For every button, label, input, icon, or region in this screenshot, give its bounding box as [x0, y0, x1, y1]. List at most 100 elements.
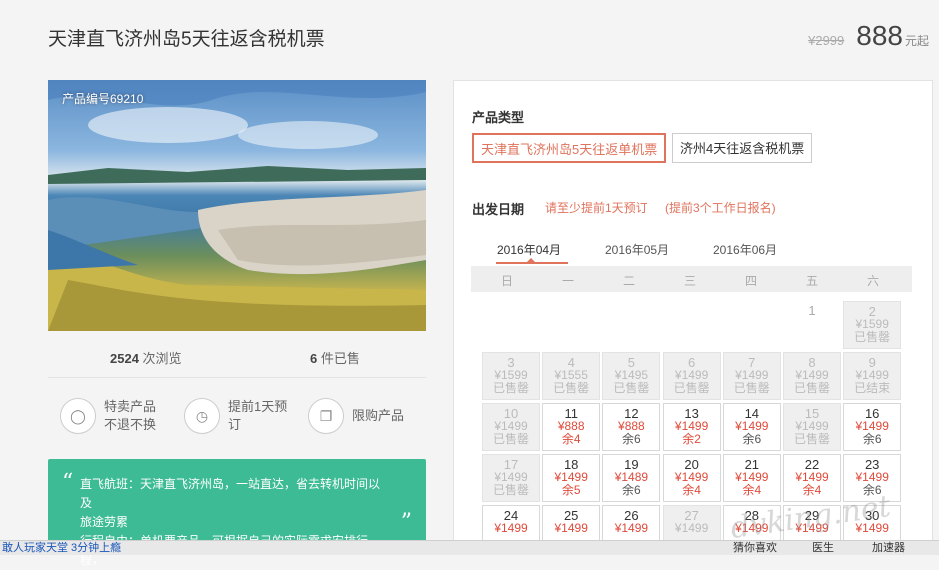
calendar-day-price: ¥1499: [614, 521, 649, 535]
status-item-recommend[interactable]: 猜你喜欢: [733, 542, 777, 554]
calendar-day-availability: 余6: [862, 432, 882, 446]
weekday-thu: 四: [744, 274, 757, 288]
product-type-label: 产品类型: [472, 110, 525, 125]
weekday-fri: 五: [805, 274, 818, 288]
calendar-day-cell: 9 ¥1499 已结束: [843, 352, 902, 400]
booking-note: 请至少提前1天预订: [545, 201, 648, 215]
view-count-number: 2524: [110, 351, 139, 366]
landscape-image: [48, 80, 426, 331]
product-type-option-jeju-4day[interactable]: 济州4天往返含税机票: [672, 133, 813, 163]
feature-label: 特卖产品: [104, 399, 157, 414]
status-ad-link[interactable]: 敢人玩家天堂 3分钟上瘾: [2, 542, 121, 554]
calendar-day-availability: 余2: [682, 432, 701, 446]
calendar-day-availability: 已售罄: [793, 432, 830, 446]
calendar-day-cell: 7 ¥1499 已售罄: [722, 352, 781, 400]
calendar-day-availability: 已售罄: [673, 381, 710, 395]
calendar-day-price: ¥1499: [674, 521, 709, 535]
product-photo: 产品编号69210: [48, 80, 426, 331]
tab-month-june[interactable]: 2016年06月: [713, 241, 777, 258]
calendar-day-number: 1: [808, 303, 816, 318]
calendar-day-cell[interactable]: 23 ¥1499 余6: [843, 454, 902, 502]
sold-count-number: 6: [310, 351, 318, 366]
feature-label: 订: [228, 417, 242, 432]
quote-close-icon: ”: [400, 510, 412, 535]
feature-label: 限购产品: [352, 408, 405, 423]
calendar-day-cell[interactable]: 21 ¥1499 余4: [722, 454, 781, 502]
tab-month-april[interactable]: 2016年04月: [497, 241, 561, 258]
calendar-day-cell[interactable]: 22 ¥1499 余4: [783, 454, 841, 502]
sold-count-label: 件已售: [320, 351, 360, 366]
feature-special-sale: ◯ 特卖产品不退不换: [60, 398, 156, 434]
calendar-day-cell[interactable]: 20 ¥1499 余4: [662, 454, 721, 502]
calendar-day-cell[interactable]: 13 ¥1499 余2: [662, 403, 721, 451]
view-count: 2524 次浏览: [110, 348, 182, 367]
calendar-day-availability: 余6: [742, 432, 762, 446]
calendar-day-cell: 6 ¥1499 已售罄: [662, 352, 721, 400]
calendar-day-availability: 已售罄: [793, 381, 830, 395]
product-type-option-single-ticket[interactable]: 天津直飞济州岛5天往返单机票: [472, 133, 667, 163]
calendar-day-cell: 3 ¥1599 已售罄: [482, 352, 540, 400]
browser-status-bar: 敢人玩家天堂 3分钟上瘾 猜你喜欢 医生 加速器: [0, 540, 939, 555]
weekday-mon: 一: [561, 274, 574, 288]
tag-icon: ◯: [60, 398, 96, 434]
original-price: ¥2999: [808, 33, 845, 48]
weekday-tue: 二: [622, 274, 635, 288]
calendar-day-price: ¥1499: [735, 521, 769, 535]
calendar-day-availability: 余5: [561, 483, 581, 497]
calendar-day-cell: 10 ¥1499 已售罄: [482, 403, 540, 451]
departure-date-label: 出发日期: [472, 202, 525, 217]
calendar-day-availability: 已售罄: [492, 432, 529, 446]
calendar-day-availability: 余4: [561, 432, 581, 446]
calendar-day-availability: 已结束: [854, 381, 891, 395]
page-title: 天津直飞济州岛5天往返含税机票: [48, 29, 325, 50]
calendar-day-cell[interactable]: 11 ¥888 余4: [542, 403, 601, 451]
weekday-sat: 六: [866, 274, 879, 288]
weekday-sun: 日: [500, 274, 513, 288]
calendar-day-availability: 余4: [682, 483, 701, 497]
calendar-day-cell[interactable]: 12 ¥888 余6: [602, 403, 661, 451]
calendar-day-cell: 1: [783, 301, 841, 349]
calendar-day-cell: 8 ¥1499 已售罄: [783, 352, 841, 400]
calendar-day-availability: 已售罄: [492, 483, 529, 497]
calendar-day-availability: 余6: [862, 483, 882, 497]
price-area: ¥2999 888 元起: [808, 20, 929, 52]
copy-icon: ❐: [308, 398, 344, 434]
quote-open-icon: “: [62, 470, 74, 495]
product-id: 产品编号69210: [62, 92, 144, 106]
calendar-day-availability: 余6: [622, 483, 641, 497]
price-unit: 元起: [904, 34, 929, 48]
tab-month-may[interactable]: 2016年05月: [605, 241, 669, 258]
status-item-doctor[interactable]: 医生: [812, 542, 834, 554]
calendar-day-cell[interactable]: 19 ¥1489 余6: [602, 454, 661, 502]
calendar-day-cell: 15 ¥1499 已售罄: [783, 403, 841, 451]
calendar-day-availability: 已售罄: [733, 381, 770, 395]
calendar-day-price: ¥1499: [855, 521, 889, 535]
feature-advance-booking: ◷ 提前1天预订: [184, 398, 287, 434]
weekday-header: 日 一 二 三 四 五 六: [471, 266, 912, 292]
stats-bar: 2524 次浏览 6 件已售: [48, 340, 426, 378]
calendar-day-cell[interactable]: 16 ¥1499 余6: [843, 403, 902, 451]
feature-label: 不退不换: [104, 417, 157, 432]
calendar-day-availability: 余6: [622, 432, 641, 446]
booking-note-workdays: (提前3个工作日报名): [665, 201, 776, 215]
current-price: 888: [856, 20, 903, 51]
calendar-day-availability: 已售罄: [854, 330, 891, 344]
sold-count: 6 件已售: [310, 348, 360, 367]
calendar-day-cell: 4 ¥1555 已售罄: [542, 352, 601, 400]
clock-icon: ◷: [184, 398, 220, 434]
calendar-day-price: ¥1499: [795, 521, 829, 535]
calendar-day-cell[interactable]: 14 ¥1499 余6: [722, 403, 781, 451]
calendar-day-availability: 已售罄: [613, 381, 650, 395]
calendar-day-availability: 已售罄: [492, 381, 529, 395]
calendar-day-cell: 5 ¥1495 已售罄: [602, 352, 661, 400]
calendar-day-availability: 余4: [742, 483, 762, 497]
selected-month-caret-icon: [527, 258, 535, 262]
booking-panel: 产品类型 天津直飞济州岛5天往返单机票 济州4天往返含税机票 出发日期 请至少提…: [453, 80, 933, 555]
status-item-accelerator[interactable]: 加速器: [872, 542, 905, 554]
calendar-day-cell[interactable]: 18 ¥1499 余5: [542, 454, 601, 502]
calendar-day-cell: 17 ¥1499 已售罄: [482, 454, 540, 502]
calendar-day-cell: 2 ¥1599 已售罄: [843, 301, 902, 349]
feature-list: ◯ 特卖产品不退不换 ◷ 提前1天预订 ❐ 限购产品: [48, 398, 426, 448]
feature-limited-purchase: ❐ 限购产品: [308, 398, 404, 434]
calendar-day-availability: 余4: [802, 483, 822, 497]
